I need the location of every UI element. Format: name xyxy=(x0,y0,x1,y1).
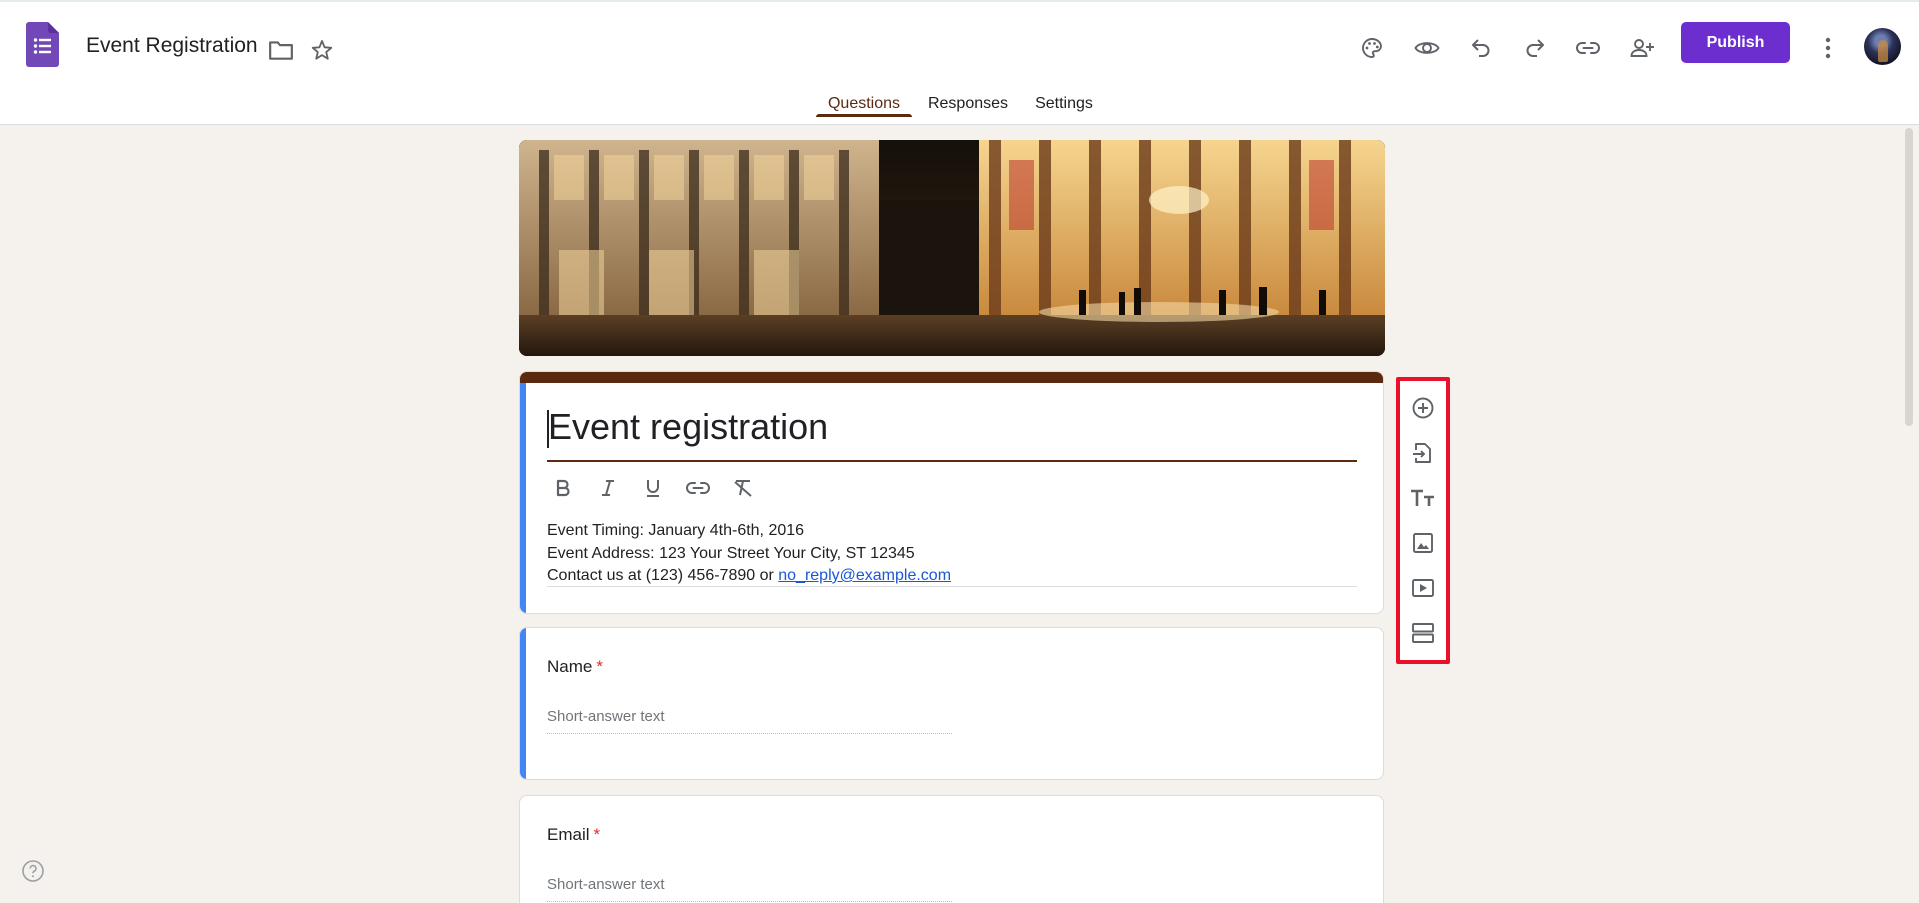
document-title[interactable]: Event Registration xyxy=(86,34,258,58)
avatar[interactable] xyxy=(1864,28,1901,65)
preview-icon[interactable] xyxy=(1407,28,1447,68)
active-card-indicator xyxy=(520,628,526,779)
tab-bar: Questions Responses Settings xyxy=(0,82,1919,119)
page-scrollbar[interactable] xyxy=(1905,128,1913,426)
active-tab-indicator xyxy=(816,114,912,117)
forms-logo-icon[interactable] xyxy=(26,22,59,67)
undo-icon[interactable] xyxy=(1461,28,1501,68)
add-image-icon[interactable] xyxy=(1405,525,1441,561)
bold-icon[interactable] xyxy=(547,472,579,504)
contact-prefix: Contact us at (123) 456-7890 or xyxy=(547,567,779,584)
folder-icon[interactable] xyxy=(267,36,295,64)
theme-color-bar xyxy=(520,372,1383,383)
tab-settings[interactable]: Settings xyxy=(1032,82,1096,119)
active-card-indicator xyxy=(520,383,526,613)
form-title-card: Event registration Event Timing: January… xyxy=(519,371,1384,614)
floating-toolbar xyxy=(1396,377,1450,664)
required-asterisk: * xyxy=(593,825,601,844)
clear-format-icon[interactable] xyxy=(727,472,759,504)
underline-icon[interactable] xyxy=(637,472,669,504)
star-icon[interactable] xyxy=(308,36,336,64)
question-title: Name xyxy=(547,657,593,676)
description-underline xyxy=(547,586,1357,587)
add-title-icon[interactable] xyxy=(1405,480,1441,516)
contact-text: Contact us at (123) 456-7890 or no_reply… xyxy=(547,565,951,588)
publish-button[interactable]: Publish xyxy=(1681,22,1790,63)
more-vert-icon[interactable] xyxy=(1808,28,1848,68)
add-video-icon[interactable] xyxy=(1405,570,1441,606)
form-description[interactable]: Event Timing: January 4th-6th, 2016 Even… xyxy=(547,520,951,588)
question-title: Email xyxy=(547,825,590,844)
insert-link-icon[interactable] xyxy=(682,472,714,504)
question-label: Name * xyxy=(547,657,603,677)
help-icon[interactable] xyxy=(20,858,46,884)
import-questions-icon[interactable] xyxy=(1405,435,1441,471)
form-title-input[interactable]: Event registration xyxy=(547,406,1357,456)
palette-icon[interactable] xyxy=(1352,28,1392,68)
add-collaborator-icon[interactable] xyxy=(1622,28,1662,68)
redo-icon[interactable] xyxy=(1515,28,1555,68)
short-answer-field: Short-answer text xyxy=(547,876,952,902)
italic-icon[interactable] xyxy=(592,472,624,504)
question-card-email[interactable]: Email * Short-answer text xyxy=(519,795,1384,903)
add-section-icon[interactable] xyxy=(1405,615,1441,651)
question-card-name[interactable]: Name * Short-answer text xyxy=(519,627,1384,780)
add-question-icon[interactable] xyxy=(1405,390,1441,426)
question-label: Email * xyxy=(547,825,600,845)
short-answer-field: Short-answer text xyxy=(547,708,952,734)
link-icon[interactable] xyxy=(1568,28,1608,68)
title-underline xyxy=(547,460,1357,462)
required-asterisk: * xyxy=(596,657,603,676)
header-image xyxy=(519,140,1385,356)
event-timing-text: Event Timing: January 4th-6th, 2016 xyxy=(547,522,805,539)
event-address-text: Event Address: 123 Your Street Your City… xyxy=(547,544,915,562)
contact-email-link[interactable]: no_reply@example.com xyxy=(778,567,951,584)
tab-responses[interactable]: Responses xyxy=(926,82,1010,119)
